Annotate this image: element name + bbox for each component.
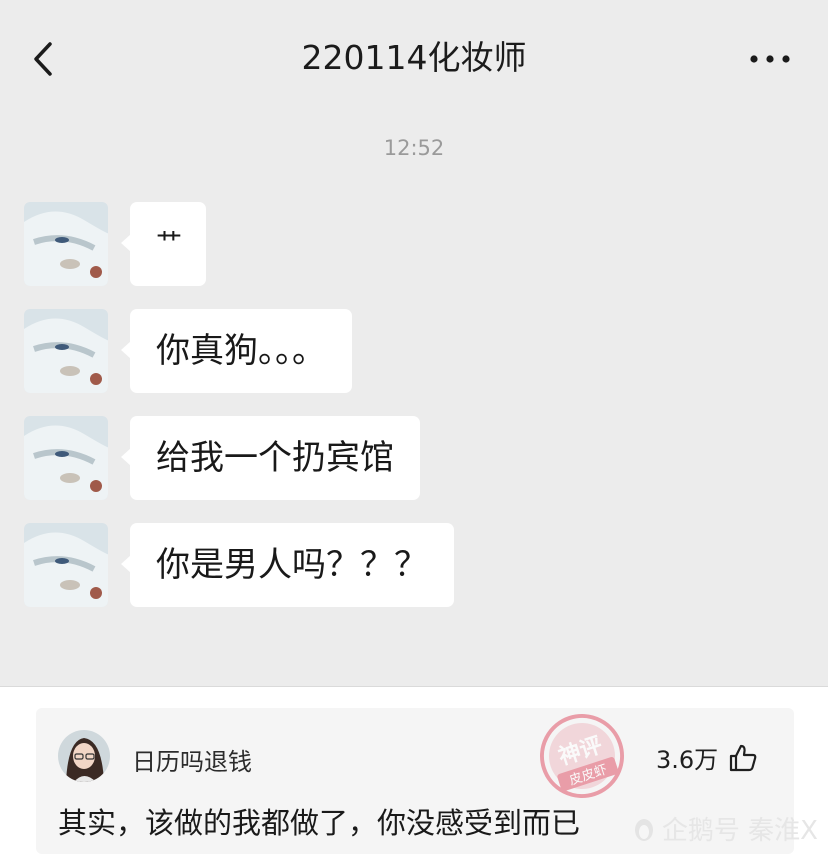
chat-screen: 220114化妆师 12:52 艹 你真狗。。。 给我一个扔宾馆 你是男人吗？？… <box>0 0 828 687</box>
message-row: 你真狗。。。 <box>24 309 804 393</box>
comment-text: 其实，该做的我都做了，你没感受到而已 <box>58 806 581 840</box>
message-bubble[interactable]: 给我一个扔宾馆 <box>121 416 420 500</box>
source-watermark: 企鹅号 秦淮X <box>632 810 818 847</box>
comment-card: 日历吗退钱 神评 皮皮虾 3.6万 其实，该做的我都做了，你没感受到而已 企鹅号… <box>36 706 818 854</box>
sender-avatar[interactable] <box>24 416 108 500</box>
sender-avatar[interactable] <box>24 523 108 607</box>
penguin-icon <box>634 818 653 841</box>
thumbs-up-icon <box>730 744 757 771</box>
message-row: 给我一个扔宾馆 <box>24 416 804 500</box>
message-timestamp: 12:52 <box>383 136 445 160</box>
hot-comment-stamp: 神评 皮皮虾 <box>532 706 632 806</box>
message-bubble[interactable]: 你真狗。。。 <box>121 309 352 393</box>
sender-avatar[interactable] <box>24 309 108 393</box>
chat-title: 220114化妆师 <box>301 38 527 77</box>
more-button[interactable] <box>748 48 792 70</box>
sender-avatar[interactable] <box>24 202 108 286</box>
like-button[interactable]: 3.6万 <box>656 740 758 775</box>
message-row: 艹 <box>24 202 804 286</box>
commenter-username[interactable]: 日历吗退钱 <box>132 742 252 777</box>
commenter-avatar[interactable] <box>58 730 110 782</box>
like-count: 3.6万 <box>656 746 719 774</box>
more-dots-icon <box>750 55 790 63</box>
message-bubble[interactable]: 艹 <box>120 202 207 286</box>
message-row: 你是男人吗？？？ <box>24 523 804 607</box>
message-bubble[interactable]: 你是男人吗？？？ <box>121 523 454 607</box>
